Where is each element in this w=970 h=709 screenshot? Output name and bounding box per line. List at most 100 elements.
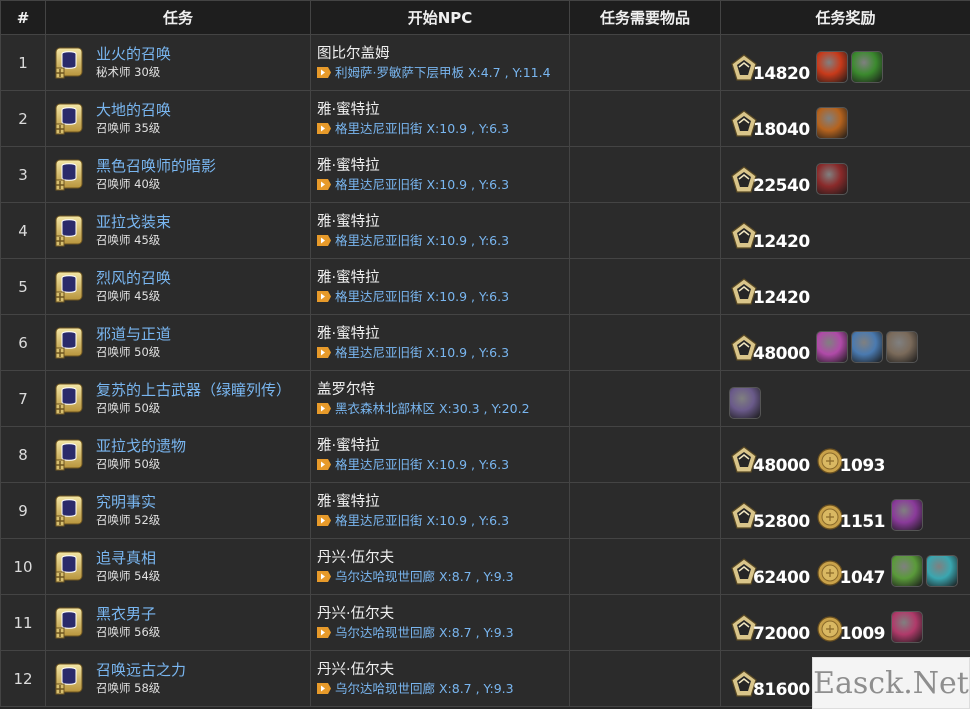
reward-cell: 18040 bbox=[720, 90, 970, 147]
quest-scroll-icon-svg bbox=[55, 551, 83, 582]
required-items-cell bbox=[569, 370, 721, 427]
quest-cell: 大地的召唤 召唤师 35级 bbox=[45, 90, 311, 147]
quest-name-link[interactable]: 黑衣男子 bbox=[96, 605, 160, 624]
reward-item-icon[interactable] bbox=[850, 50, 883, 83]
npc-location-link[interactable]: 格里达尼亚旧街 X:10.9 , Y:6.3 bbox=[317, 456, 569, 473]
quest-name-link[interactable]: 复苏的上古武器（绿瞳列传） bbox=[96, 381, 291, 400]
quest-name-link[interactable]: 业火的召唤 bbox=[96, 45, 171, 64]
quest-scroll-icon-svg bbox=[55, 439, 83, 470]
reward-item-icon[interactable] bbox=[815, 330, 848, 363]
quest-scroll-icon-svg bbox=[55, 103, 83, 134]
reward-cell: 72000 1009 bbox=[720, 594, 970, 651]
quest-scroll-icon bbox=[54, 270, 84, 304]
npc-location-text[interactable]: 格里达尼亚旧街 X:10.9 , Y:6.3 bbox=[335, 288, 509, 305]
quest-cell: 邪道与正道 召唤师 50级 bbox=[45, 314, 311, 371]
npc-location-text[interactable]: 乌尔达哈现世回廊 X:8.7 , Y:9.3 bbox=[335, 624, 514, 641]
table-row: 6 邪道与正道 召唤师 50级 雅·蜜特拉 格里达尼亚旧街 X:10.9 , Y… bbox=[0, 314, 970, 371]
npc-location-link[interactable]: 乌尔达哈现世回廊 X:8.7 , Y:9.3 bbox=[317, 680, 569, 697]
header-num: # bbox=[0, 0, 46, 35]
npc-location-text[interactable]: 格里达尼亚旧街 X:10.9 , Y:6.3 bbox=[335, 176, 509, 193]
quest-level: 召唤师 50级 bbox=[96, 345, 161, 359]
required-items-cell bbox=[569, 34, 721, 91]
reward-item-icon[interactable] bbox=[890, 610, 923, 643]
npc-location-link[interactable]: 格里达尼亚旧街 X:10.9 , Y:6.3 bbox=[317, 512, 569, 529]
quest-scroll-icon-svg bbox=[55, 327, 83, 358]
exp-reward: 52800 bbox=[729, 501, 810, 531]
exp-value: 72000 bbox=[753, 623, 810, 644]
npc-location-text[interactable]: 黑衣森林北部林区 X:30.3 , Y:20.2 bbox=[335, 400, 530, 417]
table-row: 1 业火的召唤 秘术师 30级 图比尔盖姆 利姆萨·罗敏萨下层甲板 X:4.7 … bbox=[0, 34, 970, 91]
quest-scroll-icon bbox=[54, 326, 84, 360]
header-quest: 任务 bbox=[45, 0, 311, 35]
map-flag-icon bbox=[317, 403, 331, 414]
quest-name-link[interactable]: 召唤远古之力 bbox=[96, 661, 186, 680]
reward-item-icon[interactable] bbox=[885, 330, 918, 363]
exp-reward: 62400 bbox=[729, 557, 810, 587]
exp-value: 48000 bbox=[753, 343, 810, 364]
required-items-cell bbox=[569, 594, 721, 651]
npc-name: 雅·蜜特拉 bbox=[317, 326, 380, 342]
required-items-cell bbox=[569, 146, 721, 203]
quest-scroll-icon bbox=[54, 214, 84, 248]
exp-value: 62400 bbox=[753, 567, 810, 588]
npc-location-link[interactable]: 乌尔达哈现世回廊 X:8.7 , Y:9.3 bbox=[317, 624, 569, 641]
npc-name: 图比尔盖姆 bbox=[317, 46, 390, 62]
quest-name-link[interactable]: 追寻真相 bbox=[96, 549, 160, 568]
map-flag-icon bbox=[317, 179, 331, 190]
reward-cell: 52800 1151 bbox=[720, 482, 970, 539]
npc-location-link[interactable]: 利姆萨·罗敏萨下层甲板 X:4.7 , Y:11.4 bbox=[317, 64, 569, 81]
quest-scroll-icon-svg bbox=[55, 215, 83, 246]
quest-name-link[interactable]: 究明事实 bbox=[96, 493, 160, 512]
quest-name-link[interactable]: 亚拉戈的遗物 bbox=[96, 437, 186, 456]
npc-location-link[interactable]: 黑衣森林北部林区 X:30.3 , Y:20.2 bbox=[317, 400, 569, 417]
quest-name-link[interactable]: 烈风的召唤 bbox=[96, 269, 171, 288]
map-flag-icon bbox=[317, 235, 331, 246]
npc-location-text[interactable]: 乌尔达哈现世回廊 X:8.7 , Y:9.3 bbox=[335, 568, 514, 585]
row-number: 8 bbox=[0, 426, 46, 483]
npc-cell: 盖罗尔特 黑衣森林北部林区 X:30.3 , Y:20.2 bbox=[310, 370, 570, 427]
quest-cell: 追寻真相 召唤师 54级 bbox=[45, 538, 311, 595]
npc-location-text[interactable]: 乌尔达哈现世回廊 X:8.7 , Y:9.3 bbox=[335, 680, 514, 697]
gil-value: 1009 bbox=[839, 623, 886, 644]
exp-value: 12420 bbox=[753, 231, 810, 252]
reward-item-icon[interactable] bbox=[815, 106, 848, 139]
quest-cell: 黑色召唤师的暗影 召唤师 40级 bbox=[45, 146, 311, 203]
npc-name: 盖罗尔特 bbox=[317, 382, 375, 398]
quest-name-link[interactable]: 大地的召唤 bbox=[96, 101, 171, 120]
reward-cell bbox=[720, 370, 970, 427]
npc-location-link[interactable]: 格里达尼亚旧街 X:10.9 , Y:6.3 bbox=[317, 176, 569, 193]
watermark: Easck.Net bbox=[812, 657, 970, 709]
npc-name: 丹兴·伍尔夫 bbox=[317, 662, 395, 678]
npc-name: 丹兴·伍尔夫 bbox=[317, 606, 395, 622]
npc-location-link[interactable]: 格里达尼亚旧街 X:10.9 , Y:6.3 bbox=[317, 288, 569, 305]
required-items-cell bbox=[569, 258, 721, 315]
reward-item-icon[interactable] bbox=[890, 498, 923, 531]
npc-location-link[interactable]: 乌尔达哈现世回廊 X:8.7 , Y:9.3 bbox=[317, 568, 569, 585]
exp-reward: 48000 bbox=[729, 445, 810, 475]
npc-location-text[interactable]: 格里达尼亚旧街 X:10.9 , Y:6.3 bbox=[335, 120, 509, 137]
npc-location-link[interactable]: 格里达尼亚旧街 X:10.9 , Y:6.3 bbox=[317, 232, 569, 249]
reward-item-icon[interactable] bbox=[850, 330, 883, 363]
reward-item-icon[interactable] bbox=[890, 554, 923, 587]
npc-location-text[interactable]: 格里达尼亚旧街 X:10.9 , Y:6.3 bbox=[335, 232, 509, 249]
npc-location-text[interactable]: 格里达尼亚旧街 X:10.9 , Y:6.3 bbox=[335, 456, 509, 473]
reward-cell: 12420 bbox=[720, 202, 970, 259]
quest-name-link[interactable]: 黑色召唤师的暗影 bbox=[96, 157, 216, 176]
reward-item-icon[interactable] bbox=[815, 162, 848, 195]
npc-location-link[interactable]: 格里达尼亚旧街 X:10.9 , Y:6.3 bbox=[317, 344, 569, 361]
reward-item-icon[interactable] bbox=[815, 50, 848, 83]
npc-location-text[interactable]: 格里达尼亚旧街 X:10.9 , Y:6.3 bbox=[335, 512, 509, 529]
quest-cell: 亚拉戈装束 召唤师 45级 bbox=[45, 202, 311, 259]
quest-cell: 黑衣男子 召唤师 56级 bbox=[45, 594, 311, 651]
reward-cell: 48000 bbox=[720, 314, 970, 371]
exp-reward: 81600 bbox=[729, 669, 810, 699]
quest-cell: 究明事实 召唤师 52级 bbox=[45, 482, 311, 539]
npc-location-link[interactable]: 格里达尼亚旧街 X:10.9 , Y:6.3 bbox=[317, 120, 569, 137]
npc-location-text[interactable]: 利姆萨·罗敏萨下层甲板 X:4.7 , Y:11.4 bbox=[335, 64, 551, 81]
reward-item-icon[interactable] bbox=[925, 554, 958, 587]
quest-name-link[interactable]: 邪道与正道 bbox=[96, 325, 171, 344]
npc-location-text[interactable]: 格里达尼亚旧街 X:10.9 , Y:6.3 bbox=[335, 344, 509, 361]
exp-value: 12420 bbox=[753, 287, 810, 308]
reward-item-icon[interactable] bbox=[729, 386, 761, 419]
quest-name-link[interactable]: 亚拉戈装束 bbox=[96, 213, 171, 232]
